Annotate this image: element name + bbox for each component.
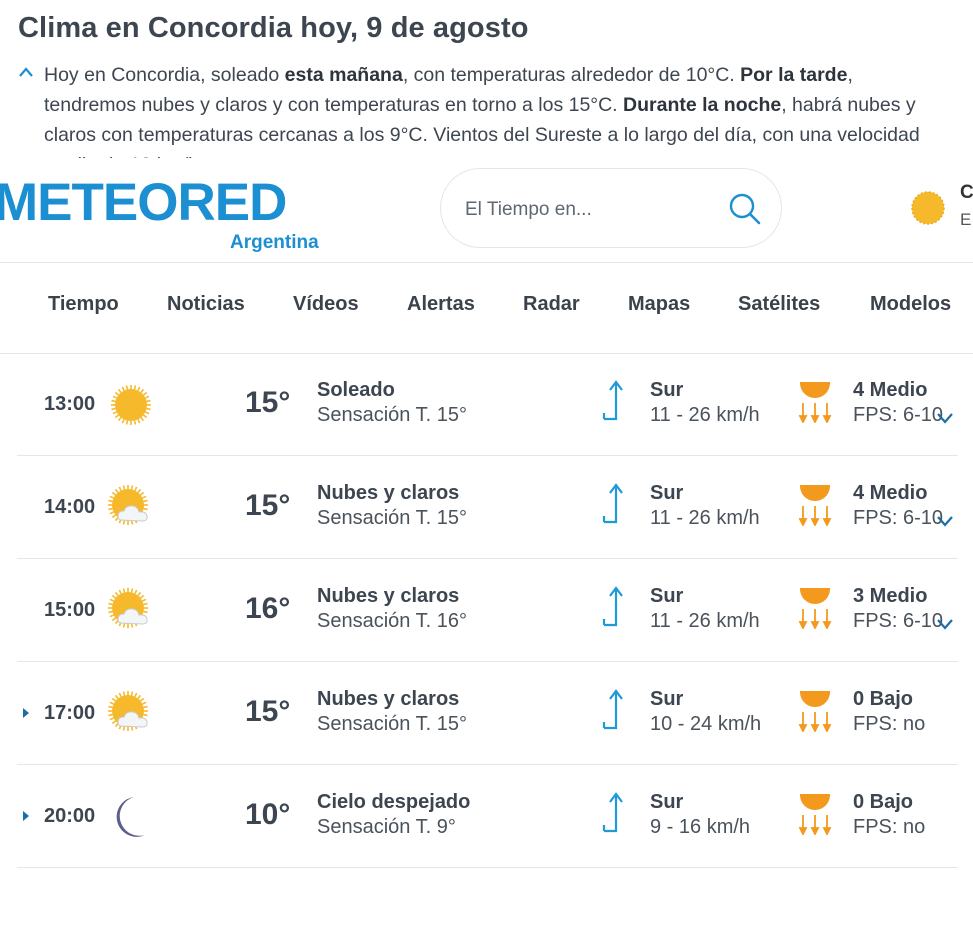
chevron-down-icon[interactable] xyxy=(935,514,955,528)
hour-condition: Nubes y claros xyxy=(317,688,460,710)
hour-condition: Soleado xyxy=(317,379,395,401)
hour-condition: Nubes y claros xyxy=(317,585,460,607)
sun-protection-factor: FPS: 6-10 xyxy=(853,507,944,529)
hour-condition: Nubes y claros xyxy=(317,482,460,504)
uv-index: 3 Medio xyxy=(853,585,928,607)
expand-arrow-icon[interactable] xyxy=(22,707,30,719)
uv-index: 4 Medio xyxy=(853,379,928,401)
nav-item-noticias[interactable]: Noticias xyxy=(167,293,245,316)
nav-item-mapas[interactable]: Mapas xyxy=(628,293,690,316)
uv-index-icon xyxy=(798,382,832,423)
hourly-row[interactable]: 17:00 15° Nubes y claros Sensación T. 15… xyxy=(17,662,958,765)
forecast-summary: Clima en Concordia hoy, 9 de agosto Hoy … xyxy=(0,0,973,165)
feels-like: Sensación T. 16° xyxy=(317,610,467,632)
summary-highlight: esta mañana xyxy=(284,64,403,86)
wind-direction: Sur xyxy=(650,379,684,401)
moon-icon xyxy=(116,797,145,837)
main-nav: Tiempo Noticias Vídeos Alertas Radar Map… xyxy=(0,263,973,354)
summary-highlight: Por la tarde xyxy=(740,64,848,86)
wind-speed: 10 - 24 km/h xyxy=(650,713,762,735)
hour-condition: Cielo despejado xyxy=(317,791,471,813)
hourly-row[interactable]: 13:00 15° Soleado Sensación T. 15° Sur 1… xyxy=(17,353,958,456)
hour-temperature: 10° xyxy=(245,798,291,831)
logo-country: Argentina xyxy=(230,232,319,253)
sun-protection-factor: FPS: no xyxy=(853,816,926,838)
search-box[interactable] xyxy=(440,168,782,248)
search-input[interactable] xyxy=(463,195,717,225)
nav-item-satelites[interactable]: Satélites xyxy=(738,293,820,316)
nav-item-videos[interactable]: Vídeos xyxy=(293,293,359,316)
hour-temperature: 15° xyxy=(245,695,291,728)
chevron-down-icon[interactable] xyxy=(935,617,955,631)
summary-highlight: Durante la noche xyxy=(623,94,782,116)
site-header: METEORED Argentina C E xyxy=(0,158,973,263)
uv-index: 0 Bajo xyxy=(853,791,914,813)
hour-time: 14:00 xyxy=(44,496,96,518)
wind-direction-icon xyxy=(602,380,623,421)
nav-item-alertas[interactable]: Alertas xyxy=(407,293,475,316)
sun-cloud-icon xyxy=(108,485,148,525)
hour-time: 13:00 xyxy=(44,393,96,415)
summary-text: Hoy en Concordia, soleado xyxy=(44,64,285,86)
hour-time: 20:00 xyxy=(44,805,96,827)
sun-icon[interactable] xyxy=(910,190,946,226)
hourly-forecast-list: 12:00 14° Soleado Sensación T. 14° Sur 1… xyxy=(0,290,973,942)
current-location-sub: E xyxy=(960,210,972,229)
wind-direction-icon xyxy=(602,483,623,524)
meteored-logo[interactable]: METEORED Argentina xyxy=(0,173,339,253)
wind-direction: Sur xyxy=(650,791,684,813)
nav-item-radar[interactable]: Radar xyxy=(523,293,580,316)
feels-like: Sensación T. 15° xyxy=(317,404,467,426)
hour-temperature: 15° xyxy=(245,386,291,419)
feels-like: Sensación T. 15° xyxy=(317,713,467,735)
logo-wordmark: METEORED xyxy=(0,173,287,232)
nav-item-tiempo[interactable]: Tiempo xyxy=(48,293,119,316)
wind-direction-icon xyxy=(602,689,623,730)
wind-direction-icon xyxy=(602,586,623,627)
wind-speed: 11 - 26 km/h xyxy=(650,610,760,632)
wind-direction-icon xyxy=(602,792,623,833)
expand-arrow-icon[interactable] xyxy=(22,810,30,822)
nav-item-modelos[interactable]: Modelos xyxy=(870,293,951,316)
hour-time: 17:00 xyxy=(44,702,96,724)
uv-index: 0 Bajo xyxy=(853,688,914,710)
hour-time: 15:00 xyxy=(44,599,96,621)
sun-protection-factor: FPS: no xyxy=(853,713,926,735)
sun-protection-factor: FPS: 6-10 xyxy=(853,404,944,426)
wind-speed: 9 - 16 km/h xyxy=(650,816,751,838)
hour-temperature: 15° xyxy=(245,489,291,522)
uv-index-icon xyxy=(798,588,832,629)
sun-cloud-icon xyxy=(108,691,148,731)
uv-index: 4 Medio xyxy=(853,482,928,504)
hourly-row[interactable]: 15:00 16° Nubes y claros Sensación T. 16… xyxy=(17,559,958,662)
chevron-up-icon[interactable] xyxy=(18,66,34,78)
feels-like: Sensación T. 15° xyxy=(317,507,467,529)
summary-paragraph: Hoy en Concordia, soleado esta mañana, c… xyxy=(44,60,949,165)
wind-speed: 11 - 26 km/h xyxy=(650,507,760,529)
sun-icon xyxy=(111,385,151,425)
summary-text: , con temperaturas alrededor de 10°C. xyxy=(402,64,741,86)
uv-index-icon xyxy=(798,794,832,835)
search-icon[interactable] xyxy=(728,192,762,226)
wind-direction: Sur xyxy=(650,482,684,504)
current-location-label[interactable]: C xyxy=(960,182,973,204)
wind-direction: Sur xyxy=(650,688,684,710)
hourly-row[interactable]: 20:00 10° Cielo despejado Sensación T. 9… xyxy=(17,765,958,868)
hourly-row[interactable]: 14:00 15° Nubes y claros Sensación T. 15… xyxy=(17,456,958,559)
chevron-down-icon[interactable] xyxy=(935,411,955,425)
uv-index-icon xyxy=(798,691,832,732)
wind-direction: Sur xyxy=(650,585,684,607)
wind-speed: 11 - 26 km/h xyxy=(650,404,760,426)
feels-like: Sensación T. 9° xyxy=(317,816,456,838)
uv-index-icon xyxy=(798,485,832,526)
hour-temperature: 16° xyxy=(245,592,291,625)
sun-cloud-icon xyxy=(108,588,148,628)
sun-protection-factor: FPS: 6-10 xyxy=(853,610,944,632)
page-title: Clima en Concordia hoy, 9 de agosto xyxy=(18,12,529,44)
